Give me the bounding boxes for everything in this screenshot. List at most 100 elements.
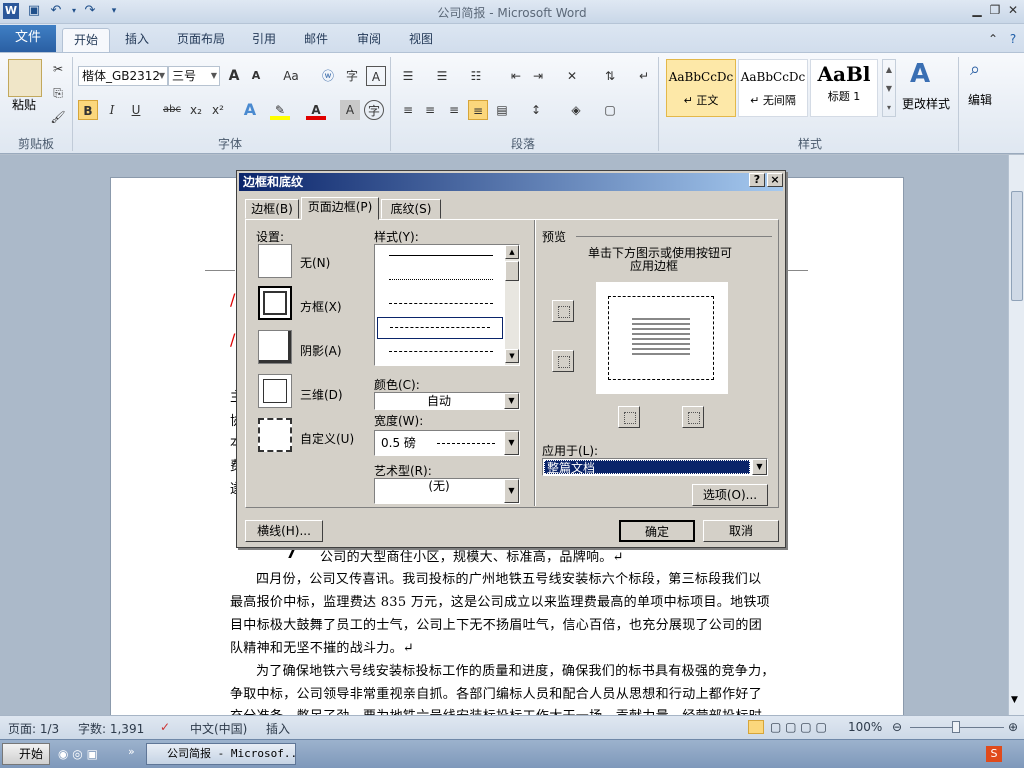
highlight-icon[interactable]: ✎ [270,100,290,120]
tab-home[interactable]: 开始 [62,28,110,52]
char-border-icon[interactable]: A [366,66,386,86]
chinese-layout-icon[interactable]: ✕ [562,66,582,86]
tab-shading[interactable]: 底纹(S) [381,199,441,219]
scroll-down-icon[interactable]: ▼ [505,349,519,363]
help-icon[interactable]: ? [1004,31,1022,47]
style-no-spacing[interactable]: AaBbCcDc ↵ 无间隔 [738,59,808,117]
scroll-up-icon[interactable]: ▲ [505,245,519,259]
justify-icon[interactable]: ≡ [468,100,488,120]
multilevel-list-icon[interactable]: ☷ [466,66,486,86]
view-icons[interactable]: ▢ ▢ ▢ ▢ [770,720,827,734]
scroll-thumb[interactable] [505,261,519,281]
line-style-list[interactable]: ▲ ▼ [374,244,520,366]
page-count[interactable]: 页面: 1/3 [8,720,59,737]
font-family-combo[interactable]: 楷体_GB2312 ▼ [78,66,168,86]
right-border-button[interactable] [682,406,704,428]
shrink-font-button[interactable]: A [246,66,266,86]
scroll-thumb[interactable] [1011,191,1023,301]
distribute-icon[interactable]: ▤ [492,100,512,120]
setting-shadow-icon[interactable] [258,330,292,364]
bold-button[interactable]: B [78,100,98,120]
setting-custom-icon[interactable] [258,418,292,452]
enclose-icon[interactable]: 字 [364,100,384,120]
line-style-dashdot[interactable] [389,351,493,352]
vertical-scrollbar[interactable]: ▼ [1008,155,1024,715]
tray-icon[interactable]: S [986,746,1002,762]
char-shading-icon[interactable]: A [340,100,360,120]
line-style-dotted[interactable] [389,279,493,280]
change-styles-icon[interactable]: A [910,59,930,89]
change-case-button[interactable]: Aa [278,66,304,86]
color-combo[interactable]: 自动 ▼ [374,392,520,410]
chevron-right-icon[interactable]: » [128,745,135,758]
dialog-help-button[interactable]: ? [749,173,765,187]
print-layout-icon[interactable] [748,720,764,734]
format-painter-icon[interactable]: 🖌 [48,107,68,127]
grow-font-button[interactable]: A [224,66,244,86]
setting-none-icon[interactable] [258,244,292,278]
start-button[interactable]: 开始 [2,743,50,765]
font-size-combo[interactable]: 三号 ▼ [168,66,220,86]
taskbar-word-item[interactable]: 公司简报 - Microsof... [146,743,296,765]
tab-mailings[interactable]: 邮件 [296,28,336,52]
change-styles-label[interactable]: 更改样式 [902,95,950,112]
font-color-icon[interactable]: A [306,100,326,120]
strikethrough-button[interactable]: abc [160,100,184,120]
bullets-icon[interactable]: ☰ [398,66,418,86]
text-effects-icon[interactable]: A [240,100,260,120]
ok-button[interactable]: 确定 [619,520,695,542]
insert-mode[interactable]: 插入 [266,720,290,737]
tab-page-border[interactable]: 页面边框(P) [301,197,379,220]
line-style-scrollbar[interactable]: ▲ ▼ [505,245,519,365]
zoom-out-icon[interactable]: ⊖ [892,720,902,734]
align-left-icon[interactable]: ≡ [398,100,418,120]
restore-button[interactable]: ❐ [986,2,1004,18]
phonetic-guide-icon[interactable]: ⓦ [318,66,338,86]
art-combo[interactable]: (无) ▼ [374,478,520,504]
close-window-button[interactable]: ✕ [1004,2,1022,18]
tab-references[interactable]: 引用 [244,28,284,52]
proofing-icon[interactable]: ✓ [160,720,170,734]
editing-label[interactable]: 编辑 [968,91,992,108]
enclose-char-icon[interactable]: 字 [342,66,362,86]
align-right-icon[interactable]: ≡ [444,100,464,120]
cut-icon[interactable]: ✂ [48,59,68,79]
underline-button[interactable]: U [126,100,146,120]
language[interactable]: 中文(中国) [190,720,247,737]
align-center-icon[interactable]: ≡ [420,100,440,120]
decrease-indent-icon[interactable]: ⇤ [506,66,526,86]
borders-icon[interactable]: ▢ [600,100,620,120]
top-border-button[interactable] [552,300,574,322]
setting-box-icon[interactable] [258,286,292,320]
bottom-border-button[interactable] [552,350,574,372]
horizontal-line-button[interactable]: 横线(H)... [245,520,323,542]
cancel-button[interactable]: 取消 [703,520,779,542]
scroll-down-icon[interactable]: ▼ [1011,695,1018,705]
show-marks-icon[interactable]: ↵ [634,66,654,86]
shading-icon[interactable]: ◈ [566,100,586,120]
line-style-solid[interactable] [389,255,493,256]
tab-file[interactable]: 文件 [0,25,56,52]
dialog-close-button[interactable]: × [767,173,783,187]
setting-custom-label[interactable]: 自定义(U) [300,430,354,447]
quicklaunch-icon[interactable]: ◉ ◎ ▣ [58,747,98,761]
tab-insert[interactable]: 插入 [114,28,160,52]
line-style-selected[interactable] [377,317,503,339]
setting-3d-label[interactable]: 三维(D) [300,386,343,403]
numbering-icon[interactable]: ☰ [432,66,452,86]
styles-scroll[interactable]: ▲ ▼ ▾ [882,59,896,117]
tab-page-layout[interactable]: 页面布局 [168,28,234,52]
paste-button-label[interactable]: 粘贴 [12,96,36,113]
binoculars-icon[interactable]: ⌕ [970,59,980,80]
tab-view[interactable]: 视图 [400,28,442,52]
increase-indent-icon[interactable]: ⇥ [528,66,548,86]
style-normal[interactable]: AaBbCcDc ↵ 正文 [666,59,736,117]
line-spacing-icon[interactable]: ↕ [526,100,546,120]
ribbon-minimize-icon[interactable]: ⌃ [984,31,1002,47]
sort-icon[interactable]: ⇅ [600,66,620,86]
preview-area[interactable] [596,282,728,394]
tab-review[interactable]: 审阅 [348,28,390,52]
apply-to-combo[interactable]: 整篇文档 ▼ [542,458,768,476]
setting-none-label[interactable]: 无(N) [300,254,330,271]
copy-icon[interactable]: ⎘ [48,83,68,103]
